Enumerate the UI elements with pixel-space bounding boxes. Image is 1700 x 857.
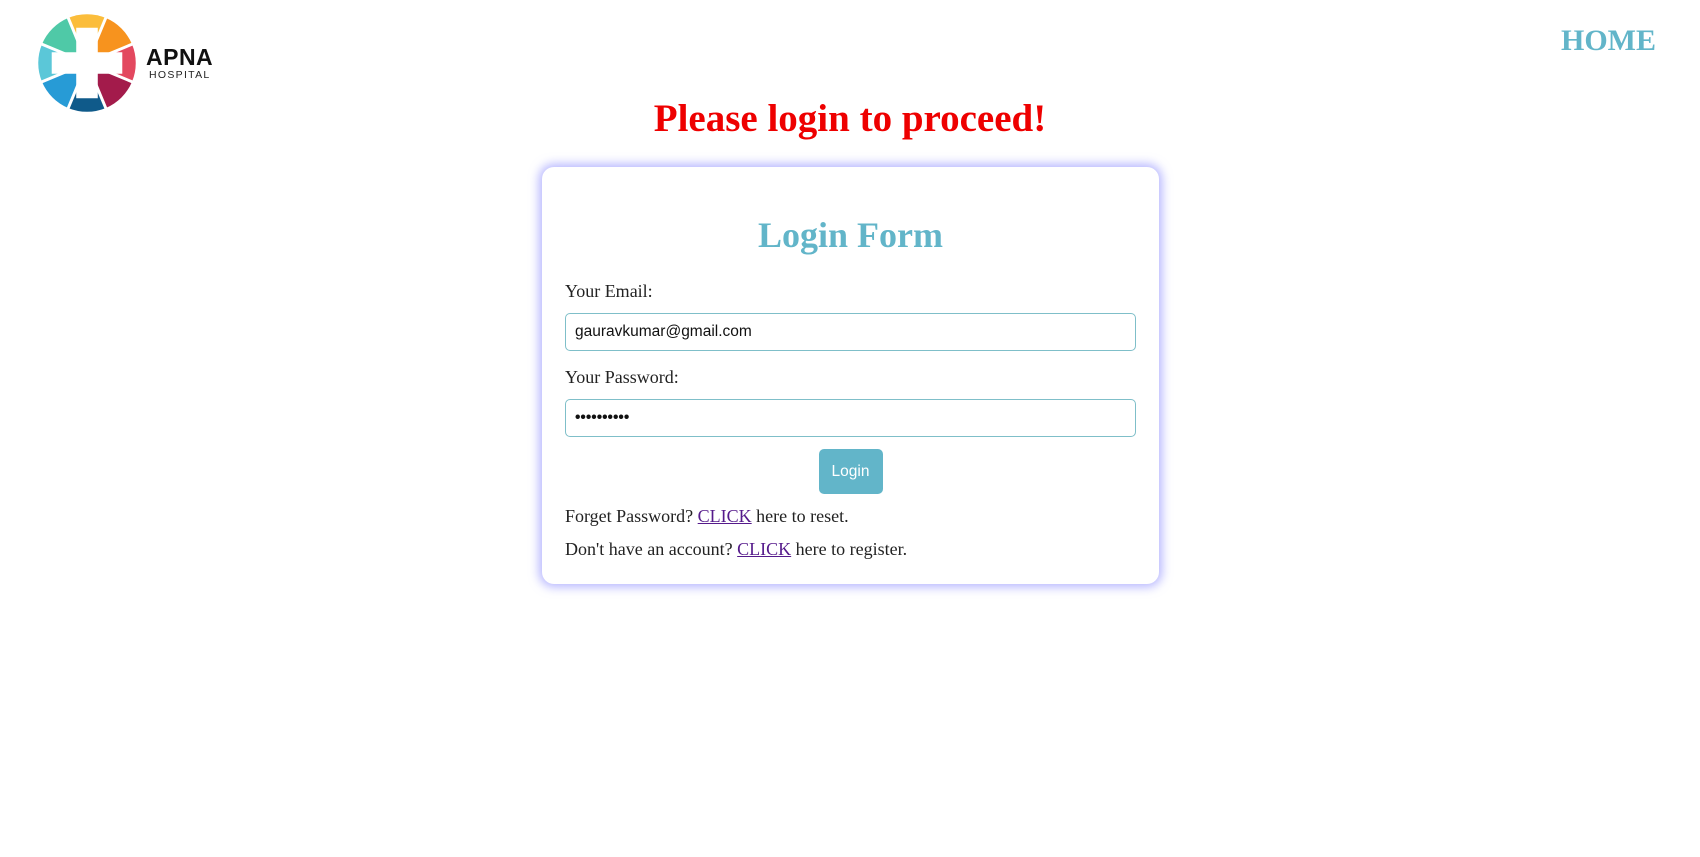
reset-suffix: here to reset. bbox=[751, 506, 849, 526]
reset-prefix: Forget Password? bbox=[565, 506, 698, 526]
register-suffix: here to register. bbox=[791, 539, 908, 559]
register-line: Don't have an account? CLICK here to reg… bbox=[565, 539, 1136, 559]
email-label: Your Email: bbox=[565, 281, 653, 301]
reset-password-line: Forget Password? CLICK here to reset. bbox=[565, 506, 1136, 526]
brand-subtitle: HOSPITAL bbox=[149, 69, 211, 81]
nav-home-link[interactable]: HOME bbox=[1561, 24, 1656, 58]
register-prefix: Don't have an account? bbox=[565, 539, 738, 559]
login-required-message: Please login to proceed! bbox=[653, 97, 1047, 140]
login-form-card: Login Form Your Email: Your Password: Lo… bbox=[542, 167, 1159, 584]
form-title: Login Form bbox=[758, 215, 943, 255]
password-label: Your Password: bbox=[565, 367, 679, 387]
email-input[interactable] bbox=[565, 313, 1136, 351]
login-button[interactable]: Login bbox=[818, 449, 883, 494]
register-link[interactable]: CLICK bbox=[737, 539, 791, 559]
password-input[interactable] bbox=[565, 399, 1136, 437]
brand-name: APNA bbox=[146, 44, 214, 70]
reset-password-link[interactable]: CLICK bbox=[698, 506, 752, 526]
